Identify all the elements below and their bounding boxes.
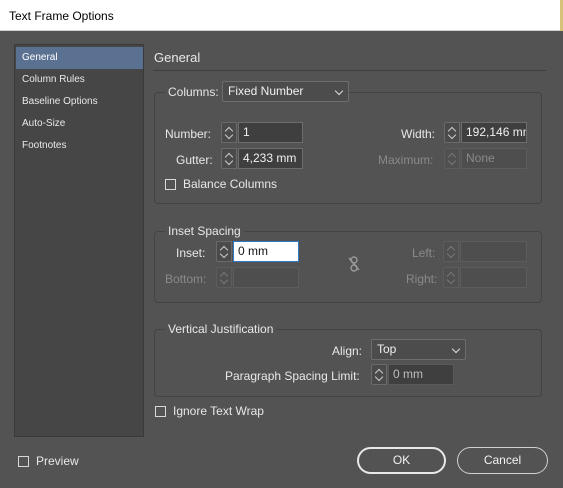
ignore-text-wrap-label: Ignore Text Wrap (173, 404, 264, 418)
sidebar-item-general[interactable]: General (16, 47, 143, 69)
vertical-justification-group (154, 329, 542, 397)
stepper-arrows-icon[interactable] (444, 122, 460, 143)
bottom-stepper (216, 267, 299, 288)
gutter-label: Gutter: (176, 153, 213, 167)
inset-field[interactable]: 0 mm (233, 241, 299, 262)
sidebar-item-baseline-options[interactable]: Baseline Options (16, 91, 143, 113)
number-field[interactable]: 1 (238, 122, 303, 143)
broken-link-icon[interactable] (347, 256, 361, 272)
chevron-down-icon (334, 86, 344, 96)
width-label: Width: (401, 127, 436, 141)
left-field (460, 241, 527, 262)
balance-columns-checkbox[interactable] (165, 179, 176, 190)
right-label: Right: (406, 272, 438, 286)
columns-type-value: Fixed Number (228, 84, 304, 98)
ignore-text-wrap-checkbox[interactable] (155, 406, 166, 417)
stepper-arrows-icon (216, 267, 232, 288)
inset-spacing-title: Inset Spacing (165, 224, 244, 238)
maximum-label: Maximum: (378, 153, 434, 167)
right-stepper (443, 267, 527, 288)
sidebar-item-footnotes[interactable]: Footnotes (16, 135, 143, 157)
preview-checkbox[interactable] (18, 456, 29, 467)
number-stepper[interactable]: 1 (221, 122, 303, 143)
columns-type-dropdown[interactable]: Fixed Number (222, 81, 349, 102)
inset-stepper[interactable]: 0 mm (216, 241, 299, 262)
width-stepper[interactable]: 192,146 mm (444, 122, 527, 143)
stepper-arrows-icon (443, 267, 459, 288)
align-dropdown[interactable]: Top (371, 339, 466, 360)
ok-button[interactable]: OK (357, 447, 446, 474)
maximum-field: None (461, 148, 527, 169)
balance-columns-label: Balance Columns (183, 177, 278, 191)
stepper-arrows-icon (444, 148, 460, 169)
cancel-button[interactable]: Cancel (457, 447, 548, 474)
stepper-arrows-icon (443, 241, 459, 262)
vertical-justification-title: Vertical Justification (165, 322, 277, 336)
window-title: Text Frame Options (9, 9, 114, 23)
gutter-field[interactable]: 4,233 mm (238, 148, 303, 169)
paragraph-spacing-limit-field[interactable]: 0 mm (388, 364, 454, 385)
sidebar: General Column Rules Baseline Options Au… (14, 44, 144, 437)
left-label: Left: (412, 246, 436, 260)
sidebar-item-auto-size[interactable]: Auto-Size (16, 113, 143, 135)
heading-divider (153, 70, 546, 71)
chevron-down-icon (451, 344, 461, 354)
align-value: Top (377, 342, 397, 356)
stepper-arrows-icon[interactable] (216, 241, 232, 262)
preview-label: Preview (36, 454, 79, 468)
right-field (460, 267, 527, 288)
bottom-label: Bottom: (165, 272, 207, 286)
left-stepper (443, 241, 527, 262)
width-field[interactable]: 192,146 mm (461, 122, 527, 143)
bottom-field (233, 267, 299, 288)
stepper-arrows-icon[interactable] (371, 364, 387, 385)
sidebar-item-column-rules[interactable]: Column Rules (16, 69, 143, 91)
columns-label: Columns: (165, 85, 222, 99)
paragraph-spacing-limit-stepper[interactable]: 0 mm (371, 364, 454, 385)
number-label: Number: (165, 127, 212, 141)
panel-heading: General (154, 50, 201, 65)
stepper-arrows-icon[interactable] (221, 122, 237, 143)
gutter-stepper[interactable]: 4,233 mm (221, 148, 303, 169)
align-label: Align: (332, 344, 363, 358)
paragraph-spacing-limit-label: Paragraph Spacing Limit: (225, 369, 360, 383)
inset-label: Inset: (176, 246, 206, 260)
stepper-arrows-icon[interactable] (221, 148, 237, 169)
maximum-stepper: None (444, 148, 527, 169)
title-bar: Text Frame Options (0, 0, 563, 31)
